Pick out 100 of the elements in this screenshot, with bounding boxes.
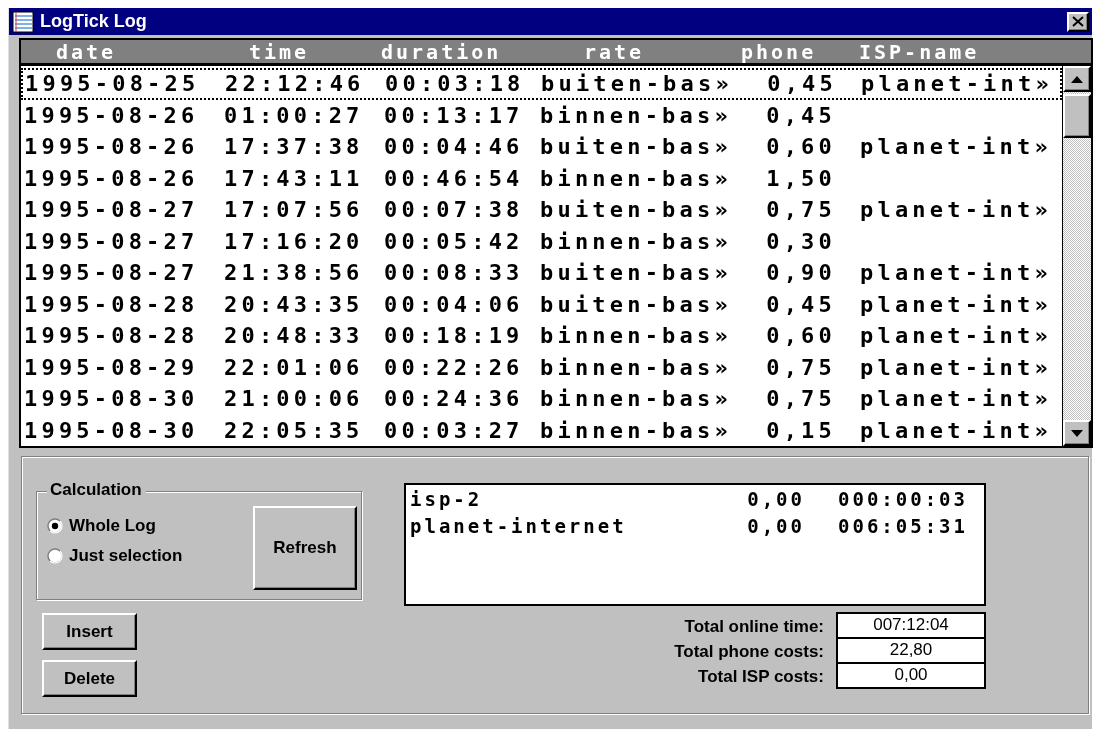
table-cell-text: 1995-08-26 bbox=[23, 134, 200, 160]
table-cell-text: 00:24:36 bbox=[383, 386, 525, 412]
total-value: 0,00 bbox=[836, 662, 986, 689]
table-cell-text: 0,30 bbox=[765, 228, 837, 254]
isp-cost: 0,00 bbox=[747, 514, 805, 539]
table-cell-text: 17:37:38 bbox=[223, 134, 365, 160]
table-cell-text: 00:04:46 bbox=[383, 134, 525, 160]
table-cell-text: 00:08:33 bbox=[383, 260, 525, 286]
table-cell-text: binnen-bas» bbox=[539, 228, 732, 254]
table-cell-text: planet-int» bbox=[859, 291, 1053, 317]
table-cell-text: 0,60 bbox=[765, 134, 837, 160]
up-arrow-icon bbox=[1071, 75, 1083, 83]
table-cell-text: planet-int» bbox=[859, 386, 1053, 412]
scroll-thumb[interactable] bbox=[1063, 94, 1091, 138]
table-cell-text: 00:05:42 bbox=[383, 228, 525, 254]
isp-time: 000:00:03 bbox=[837, 487, 969, 512]
table-cell-text: 21:00:06 bbox=[223, 386, 365, 412]
table-cell-text: 17:07:56 bbox=[223, 197, 365, 223]
table-cell-text: 1,50 bbox=[765, 165, 837, 191]
table-cell-text: buiten-bas» bbox=[539, 260, 732, 286]
radio-option[interactable]: Just selection bbox=[47, 546, 253, 566]
table-cell-text: 00:18:19 bbox=[383, 323, 525, 349]
scroll-down-button[interactable] bbox=[1063, 420, 1091, 446]
table-cell-text: 00:07:38 bbox=[383, 197, 525, 223]
table-cell-text: 17:43:11 bbox=[223, 165, 365, 191]
table-cell-text: 0,15 bbox=[765, 417, 837, 443]
isp-summary-list[interactable]: isp-2 0,00 000:00:03 planet-internet 0,00 006:05:31 bbox=[404, 483, 986, 606]
table-cell-text: 1995-08-30 bbox=[23, 417, 200, 443]
table-cell-text: planet-int» bbox=[859, 197, 1053, 223]
table-cell-text: 22:01:06 bbox=[223, 354, 365, 380]
table-cell-text: 22:12:46 bbox=[224, 71, 366, 97]
total-value: 007:12:04 bbox=[836, 612, 986, 639]
table-cell-text: 22:05:35 bbox=[223, 417, 365, 443]
column-header[interactable]: phone bbox=[731, 40, 817, 64]
table-cell-text: 1995-08-28 bbox=[23, 323, 200, 349]
table-cell-text: 00:13:17 bbox=[383, 102, 525, 128]
table-cell-text: 1995-08-25 bbox=[24, 71, 201, 97]
table-cell-text: 0,45 bbox=[765, 102, 837, 128]
table-cell-text: 0,90 bbox=[765, 260, 837, 286]
table-cell-text: 20:43:35 bbox=[223, 291, 365, 317]
table-cell-text: 00:03:27 bbox=[383, 417, 525, 443]
window-title: LogTick Log bbox=[40, 11, 148, 32]
total-label: Total ISP costs: bbox=[697, 666, 824, 688]
table-cell-text: binnen-bas» bbox=[539, 417, 732, 443]
table-cell-text: 1995-08-30 bbox=[23, 386, 200, 412]
table-cell-text: buiten-bas» bbox=[539, 291, 732, 317]
table-cell-text: 1995-08-26 bbox=[23, 102, 200, 128]
total-label: Total online time: bbox=[683, 616, 824, 638]
table-cell-text: binnen-bas» bbox=[539, 102, 732, 128]
table-cell-text: 0,45 bbox=[765, 291, 837, 317]
table-cell-text: planet-int» bbox=[859, 260, 1053, 286]
table-cell-text: binnen-bas» bbox=[539, 354, 732, 380]
focused-row[interactable]: 1995-08-25 22:12:46 00:03:18 buiten-bas» 0,45 planet-int» bbox=[21, 68, 1062, 100]
table-cell-text: binnen-bas» bbox=[539, 165, 732, 191]
column-header[interactable]: ISP-name bbox=[857, 40, 980, 64]
table-cell-text: 1995-08-27 bbox=[23, 197, 200, 223]
table-cell-text: 00:04:06 bbox=[383, 291, 525, 317]
column-header[interactable]: date bbox=[21, 40, 117, 64]
column-header[interactable]: rate bbox=[537, 40, 645, 64]
action-button[interactable]: Insert bbox=[42, 613, 137, 650]
table-cell-text: 1995-08-26 bbox=[23, 165, 200, 191]
table-cell-text: 21:38:56 bbox=[223, 260, 365, 286]
table-cell-text: 00:22:26 bbox=[383, 354, 525, 380]
total-label: Total phone costs: bbox=[673, 641, 824, 663]
table-cell-text: 00:03:18 bbox=[384, 71, 526, 97]
table-cell-text: 0,75 bbox=[765, 386, 837, 412]
table-cell-text: planet-int» bbox=[859, 354, 1053, 380]
isp-name: isp-2 bbox=[410, 487, 484, 512]
table-cell-text: planet-int» bbox=[859, 323, 1053, 349]
table-cell-text: 1995-08-28 bbox=[23, 291, 200, 317]
table-cell-text: buiten-bas» bbox=[540, 71, 733, 97]
isp-cost: 0,00 bbox=[747, 487, 805, 512]
isp-name: planet-internet bbox=[410, 514, 628, 539]
table-cell-text: 00:46:54 bbox=[383, 165, 525, 191]
scrollbar[interactable] bbox=[1062, 66, 1091, 446]
radio-option[interactable]: Whole Log bbox=[47, 516, 253, 536]
action-button[interactable]: Delete bbox=[42, 660, 137, 697]
table-cell-text: planet-int» bbox=[859, 134, 1053, 160]
table-cell-text: binnen-bas» bbox=[539, 323, 732, 349]
table-cell-text: 1995-08-27 bbox=[23, 228, 200, 254]
column-header[interactable]: duration bbox=[381, 40, 502, 64]
close-button[interactable] bbox=[1067, 11, 1089, 32]
table-cell-text: binnen-bas» bbox=[539, 386, 732, 412]
table-cell-text: 0,45 bbox=[766, 71, 838, 97]
table-cell-text: planet-int» bbox=[860, 71, 1054, 97]
table-cell-text: 1995-08-27 bbox=[23, 260, 200, 286]
isp-time: 006:05:31 bbox=[837, 514, 969, 539]
table-cell-text: buiten-bas» bbox=[539, 197, 732, 223]
table-cell-text: planet-int» bbox=[859, 417, 1053, 443]
column-header[interactable]: time bbox=[221, 40, 310, 64]
total-value: 22,80 bbox=[836, 637, 986, 664]
table-cell-text: buiten-bas» bbox=[539, 134, 732, 160]
table-cell-text: 17:16:20 bbox=[223, 228, 365, 254]
table-cell-text: 20:48:33 bbox=[223, 323, 365, 349]
notepad-icon bbox=[12, 10, 34, 33]
table-cell-text: 1995-08-29 bbox=[23, 354, 200, 380]
table-cell-text: 0,75 bbox=[765, 197, 837, 223]
log-list[interactable] bbox=[19, 66, 1093, 448]
refresh-button[interactable]: Refresh bbox=[253, 506, 357, 590]
scroll-up-button[interactable] bbox=[1063, 66, 1091, 92]
